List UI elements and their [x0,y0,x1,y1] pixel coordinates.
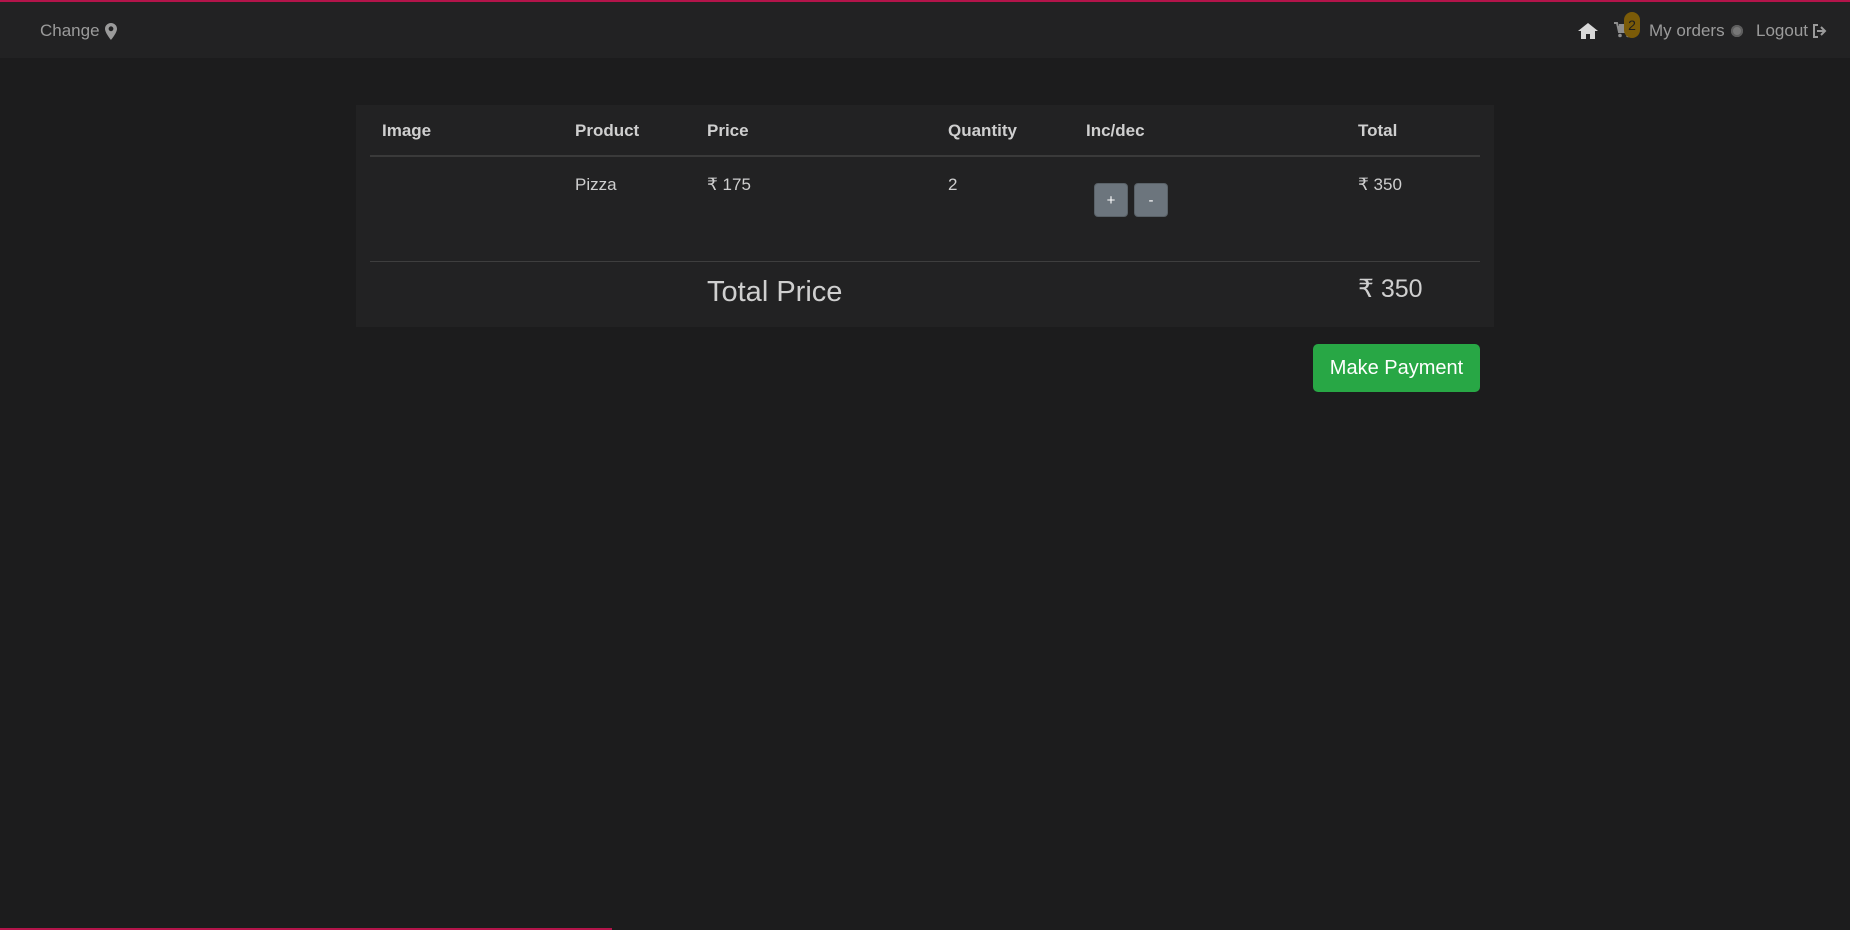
logout-label: Logout [1756,21,1808,40]
header-image: Image [370,106,563,157]
my-orders-link[interactable]: My orders [1649,21,1743,41]
cart-count-badge: 2 [1624,12,1640,38]
cell-quantity: 2 [948,175,958,194]
change-label: Change [40,21,100,40]
header-incdec: Inc/dec [1074,106,1346,157]
navbar: Change 2 My orders Logout [0,2,1850,58]
table-header-row: Image Product Price Quantity Inc/dec Tot… [370,106,1480,157]
cell-image [370,156,563,262]
make-payment-button[interactable]: Make Payment [1313,344,1480,392]
total-divider [370,261,1480,262]
map-marker-icon [104,22,117,40]
cell-price: ₹ 175 [707,175,751,194]
logout-icon [1812,24,1828,38]
decrement-button[interactable]: - [1134,183,1168,217]
header-product: Product [563,106,695,157]
home-icon[interactable] [1578,23,1598,39]
change-location-link[interactable]: Change [40,21,117,41]
cell-product: Pizza [575,175,617,194]
header-total: Total [1346,106,1480,157]
cell-incdec: + - [1074,156,1346,262]
total-price-label: Total Price [707,276,843,308]
table-row: Pizza ₹ 175 2 + - ₹ 350 [370,156,1480,262]
increment-button[interactable]: + [1094,183,1128,217]
header-price: Price [695,106,936,157]
total-price-value: ₹ 350 [1358,275,1423,303]
cell-total: ₹ 350 [1358,175,1402,194]
cart-table: Image Product Price Quantity Inc/dec Tot… [370,106,1480,262]
header-quantity: Quantity [936,106,1074,157]
logout-link[interactable]: Logout [1756,21,1828,41]
my-orders-label: My orders [1649,21,1725,40]
status-dot-icon [1730,25,1743,37]
